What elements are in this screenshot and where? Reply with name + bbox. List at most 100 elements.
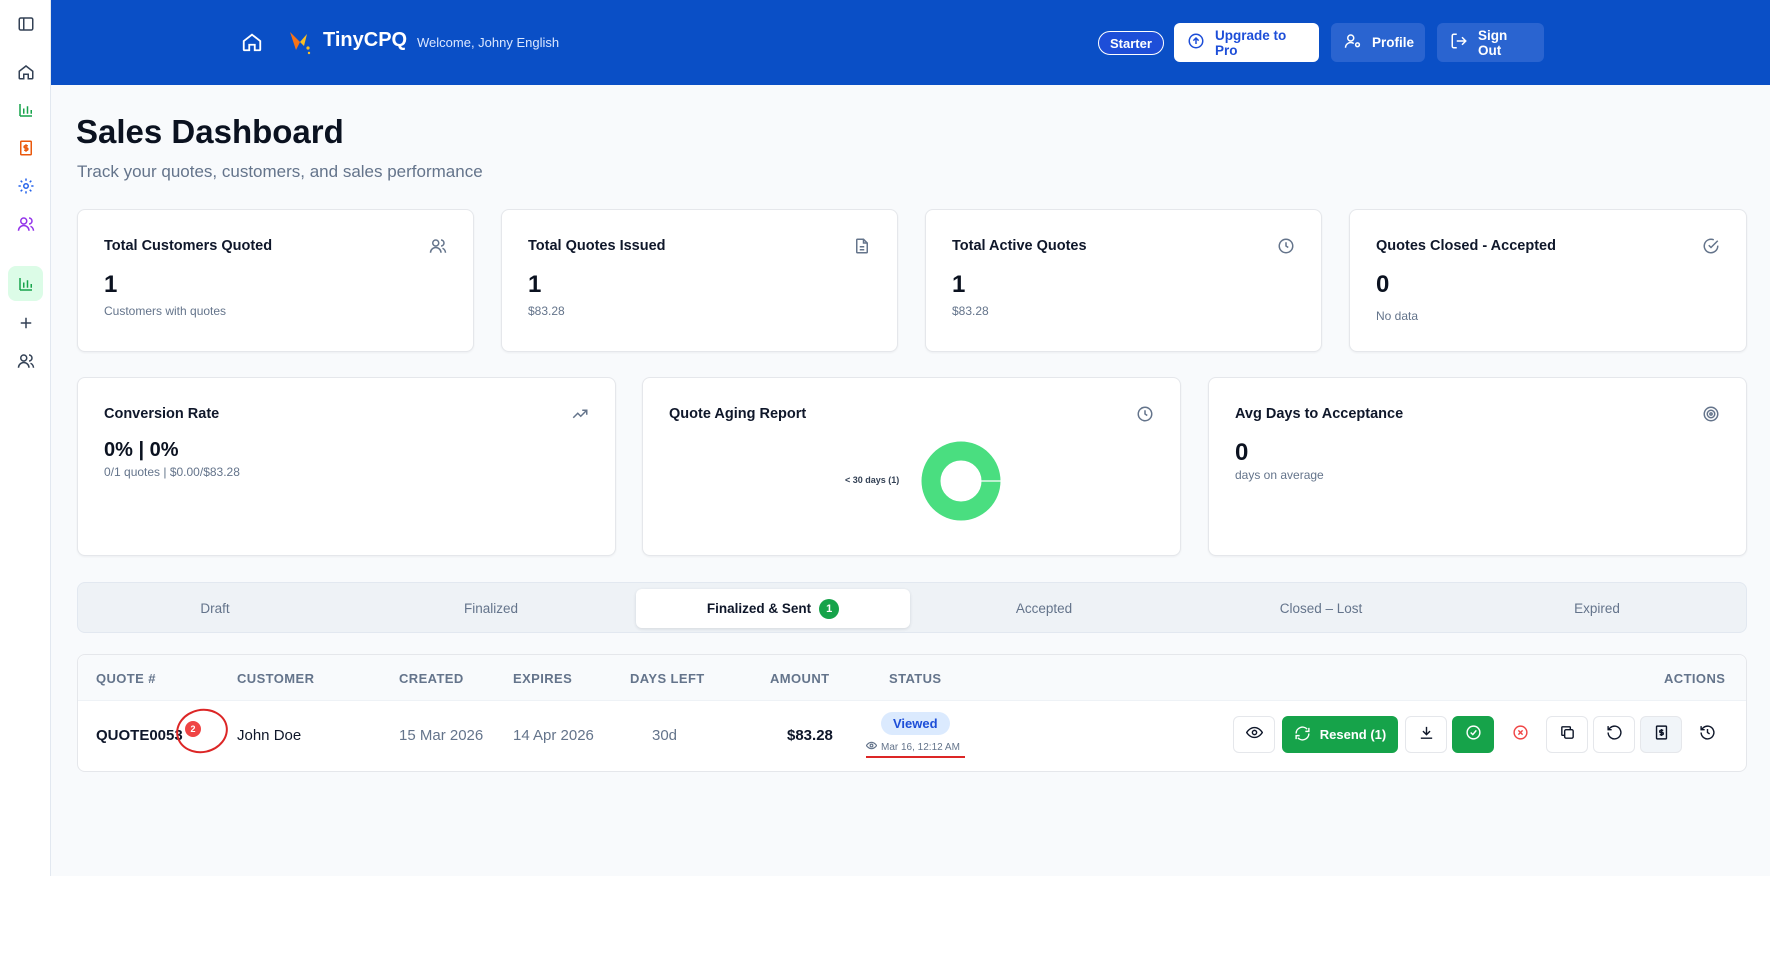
check-circle-icon [1465,724,1482,746]
stat-sub: $83.28 [952,304,989,318]
tab-label: Finalized & Sent [706,601,812,616]
sidebar-home-icon[interactable] [8,54,43,89]
avg-days-title: Avg Days to Acceptance [1235,406,1404,422]
column-header-actions: ACTIONS [1664,671,1726,686]
brand-name[interactable]: TinyCPQ [323,29,407,52]
stat-title: Total Quotes Issued [528,238,666,254]
eye-icon [1245,724,1263,746]
page-title: Sales Dashboard [76,113,344,150]
tab-expired[interactable]: Expired [1466,589,1728,628]
status-time-text: Mar 16, 12:12 AM [881,741,960,753]
annotation-circle [171,704,233,758]
upgrade-button[interactable]: Upgrade to Pro [1174,23,1319,62]
clock-icon [1136,405,1154,423]
view-button[interactable] [1233,716,1275,753]
sidebar-dashboard-icon[interactable] [8,266,43,301]
status-badge: Viewed [881,712,950,735]
reject-button[interactable] [1499,716,1541,753]
sidebar-toggle-icon[interactable] [8,6,43,41]
conversion-value: 0% | 0% [104,439,179,461]
days-left: 30d [652,727,678,744]
stat-sub: Customers with quotes [104,304,227,318]
stat-title: Total Customers Quoted [104,238,273,254]
quotes-table: QUOTE # CUSTOMER CREATED EXPIRES DAYS LE… [77,654,1747,772]
clock-icon [1277,237,1295,255]
quote-aging-card: Quote Aging Report < 30 days (1) [642,377,1181,556]
duplicate-button[interactable] [1546,716,1588,753]
sidebar-add-icon[interactable] [8,305,43,340]
sign-out-button[interactable]: Sign Out [1437,23,1544,62]
history-icon [1699,724,1716,746]
tab-finalized-sent[interactable]: Finalized & Sent 1 [636,589,910,628]
check-circle-icon [1702,237,1720,255]
sidebar-rail [0,0,51,876]
profile-button[interactable]: Profile [1331,23,1425,62]
stat-card-active-quotes: Total Active Quotes 1 $83.28 [925,209,1322,352]
eye-icon [865,740,878,754]
stat-card-quotes-issued: Total Quotes Issued 1 $83.28 [501,209,898,352]
tab-label: Draft [200,601,230,616]
plan-badge: Starter [1098,31,1164,55]
user-cog-icon [1344,32,1362,53]
home-icon[interactable] [241,31,263,53]
column-header-status: STATUS [889,671,942,686]
aging-title: Quote Aging Report [669,406,807,422]
column-header-amount: AMOUNT [770,671,830,686]
top-header: TinyCPQ Welcome, Johny English Starter U… [51,0,1770,85]
customer-name[interactable]: John Doe [237,727,301,744]
annotation-underline [866,756,965,758]
tab-accepted[interactable]: Accepted [913,589,1175,628]
revert-button[interactable] [1593,716,1635,753]
tab-label: Finalized [463,601,519,616]
aging-donut-chart [921,441,1001,521]
users-icon [429,237,447,255]
sidebar-invoice-icon[interactable] [8,130,43,165]
quote-number-link[interactable]: QUOTE0053 [96,727,183,744]
history-button[interactable] [1686,716,1728,753]
sidebar-customers-icon[interactable] [8,206,43,241]
table-header: QUOTE # CUSTOMER CREATED EXPIRES DAYS LE… [78,655,1746,701]
column-header-quote: QUOTE # [96,671,156,686]
download-button[interactable] [1405,716,1447,753]
tab-draft[interactable]: Draft [84,589,346,628]
trending-up-icon [571,405,589,423]
status-viewed-time: Mar 16, 12:12 AM [865,740,960,754]
profile-label: Profile [1372,35,1415,50]
upgrade-icon [1187,32,1205,53]
sidebar-users-icon[interactable] [8,343,43,378]
sidebar-settings-icon[interactable] [8,168,43,203]
sign-out-label: Sign Out [1478,27,1508,58]
target-icon [1702,405,1720,423]
tab-label: Expired [1574,601,1620,616]
conversion-sub: 0/1 quotes | $0.00/$83.28 [104,465,240,479]
stat-card-customers: Total Customers Quoted 1 Customers with … [77,209,474,352]
avg-days-card: Avg Days to Acceptance 0 days on average [1208,377,1747,556]
stat-value: 1 [528,271,542,298]
expires-date: 14 Apr 2026 [513,727,594,744]
brand-logo-icon [287,28,313,56]
invoice-button[interactable] [1640,716,1682,753]
quote-status-tabs: Draft Finalized Finalized & Sent 1 Accep… [77,582,1747,633]
x-circle-icon [1512,724,1529,746]
copy-icon [1559,724,1576,746]
stat-value: 1 [104,271,118,298]
stat-title: Total Active Quotes [952,238,1087,254]
tab-closed-lost[interactable]: Closed – Lost [1190,589,1452,628]
tab-finalized[interactable]: Finalized [360,589,622,628]
stat-card-closed-accepted: Quotes Closed - Accepted 0 No data [1349,209,1747,352]
avg-days-sub: days on average [1235,468,1324,482]
upgrade-label: Upgrade to Pro [1215,27,1287,58]
resend-label: Resend (1) [1319,727,1387,742]
conversion-rate-card: Conversion Rate 0% | 0% 0/1 quotes | $0.… [77,377,616,556]
resend-button[interactable]: Resend (1) [1282,716,1398,753]
tab-label: Accepted [1015,601,1073,616]
sidebar-chart-icon[interactable] [8,92,43,127]
stat-value: 0 [1376,271,1390,298]
tab-count-badge: 1 [819,598,840,619]
amount: $83.28 [787,727,833,744]
column-header-days-left: DAYS LEFT [630,671,705,686]
column-header-customer: CUSTOMER [237,671,315,686]
stat-sub: $83.28 [528,304,565,318]
accept-button[interactable] [1452,716,1494,753]
stat-title: Quotes Closed - Accepted [1376,238,1556,254]
